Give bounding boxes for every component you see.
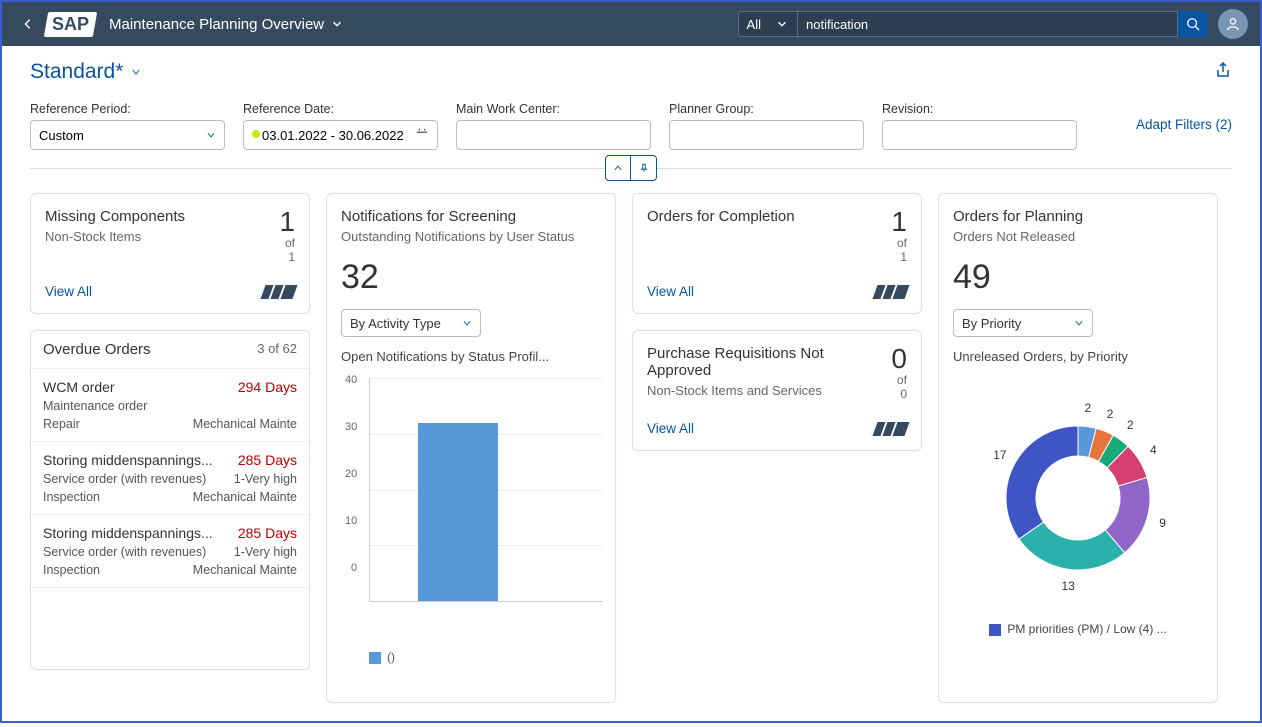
activity-type-select[interactable]: By Activity Type bbox=[341, 309, 481, 337]
share-icon bbox=[1214, 61, 1232, 79]
card-count: 3 of 62 bbox=[257, 341, 297, 358]
page-title: Maintenance Planning Overview bbox=[109, 16, 324, 33]
value-help-icon[interactable] bbox=[1054, 127, 1068, 144]
card-notifications-screening[interactable]: Notifications for Screening Outstanding … bbox=[326, 193, 616, 703]
revision-input[interactable] bbox=[882, 120, 1077, 150]
card-subtitle: Orders Not Released bbox=[953, 229, 1083, 244]
card-subtitle: Outstanding Notifications by User Status bbox=[341, 229, 574, 244]
search-icon bbox=[1186, 17, 1200, 31]
view-all-link[interactable]: View All bbox=[647, 421, 694, 436]
caret-down-icon bbox=[330, 17, 344, 31]
list-item[interactable]: Storing middenspannings...285 DaysServic… bbox=[31, 442, 309, 515]
filter-reference-date: Reference Date: 03.01.2022 - 30.06.2022 bbox=[243, 102, 438, 150]
planner-group-input[interactable] bbox=[669, 120, 864, 150]
cards-container: Missing Components Non-Stock Items 1 of … bbox=[2, 169, 1260, 727]
card-title: Overdue Orders bbox=[43, 341, 151, 358]
list-item[interactable]: Storing middenspannings...285 DaysServic… bbox=[31, 515, 309, 588]
search-input[interactable] bbox=[798, 11, 1178, 37]
card-title: Missing Components bbox=[45, 208, 185, 225]
donut-chart: 172224913 bbox=[958, 378, 1198, 618]
card-subtitle: Non-Stock Items and Services bbox=[647, 383, 827, 398]
share-button[interactable] bbox=[1214, 61, 1232, 84]
list-item[interactable]: WCM order294 DaysMaintenance orderRepair… bbox=[31, 369, 309, 442]
filter-planner-group: Planner Group: bbox=[669, 102, 864, 150]
back-button[interactable] bbox=[14, 10, 42, 38]
filter-bar: Reference Period: Custom Reference Date:… bbox=[2, 84, 1260, 160]
shellbar: SAP Maintenance Planning Overview All bbox=[2, 2, 1260, 46]
value-help-icon[interactable] bbox=[841, 127, 855, 144]
reference-date-input[interactable]: 03.01.2022 - 30.06.2022 bbox=[243, 120, 438, 150]
stack-icon bbox=[265, 285, 295, 299]
filter-divider bbox=[30, 168, 1232, 169]
chart-legend: PM priorities (PM) / Low (4) ... bbox=[939, 622, 1217, 646]
view-all-link[interactable]: View All bbox=[647, 284, 694, 299]
main-work-center-input[interactable] bbox=[456, 120, 651, 150]
filter-revision: Revision: bbox=[882, 102, 1077, 150]
priority-select[interactable]: By Priority bbox=[953, 309, 1093, 337]
stack-icon bbox=[877, 422, 907, 436]
adapt-filters-button[interactable]: Adapt Filters (2) bbox=[1136, 117, 1232, 136]
calendar-icon[interactable] bbox=[415, 127, 429, 144]
card-orders-completion[interactable]: Orders for Completion 1 of 1 View All bbox=[632, 193, 922, 314]
user-avatar-button[interactable] bbox=[1218, 9, 1248, 39]
card-purchase-requisitions[interactable]: Purchase Requisitions Not Approved Non-S… bbox=[632, 330, 922, 451]
pin-header-button[interactable] bbox=[631, 155, 657, 181]
kpi-value: 32 bbox=[327, 254, 615, 309]
card-orders-planning[interactable]: Orders for Planning Orders Not Released … bbox=[938, 193, 1218, 703]
view-all-link[interactable]: View All bbox=[45, 284, 92, 299]
reference-period-select[interactable]: Custom bbox=[30, 120, 225, 150]
shell-title-button[interactable]: Maintenance Planning Overview bbox=[109, 16, 344, 33]
card-title: Orders for Planning bbox=[953, 208, 1083, 225]
chevron-up-icon bbox=[613, 163, 623, 173]
kpi-value: 0 bbox=[891, 345, 907, 373]
chevron-down-icon bbox=[775, 17, 789, 31]
filter-main-work-center: Main Work Center: bbox=[456, 102, 651, 150]
chart-legend: () bbox=[327, 650, 615, 670]
kpi-value: 1 bbox=[279, 208, 295, 236]
search-scope-select[interactable]: All bbox=[738, 11, 798, 37]
page-header: Standard* bbox=[2, 46, 1260, 84]
chart-title: Unreleased Orders, by Priority bbox=[939, 349, 1217, 370]
card-missing-components[interactable]: Missing Components Non-Stock Items 1 of … bbox=[30, 193, 310, 314]
card-overdue-orders[interactable]: Overdue Orders 3 of 62 WCM order294 Days… bbox=[30, 330, 310, 670]
chevron-down-icon bbox=[1074, 318, 1084, 328]
collapse-header-button[interactable] bbox=[605, 155, 631, 181]
search-button[interactable] bbox=[1178, 11, 1208, 37]
filter-reference-period: Reference Period: Custom bbox=[30, 102, 225, 150]
card-title: Orders for Completion bbox=[647, 208, 795, 225]
variant-selector[interactable]: Standard* bbox=[30, 60, 141, 84]
card-title: Notifications for Screening bbox=[341, 208, 574, 225]
chevron-down-icon bbox=[206, 130, 216, 140]
kpi-value: 1 bbox=[891, 208, 907, 236]
card-subtitle: Non-Stock Items bbox=[45, 229, 185, 244]
chevron-down-icon bbox=[462, 318, 472, 328]
stack-icon bbox=[877, 285, 907, 299]
value-help-icon[interactable] bbox=[628, 127, 642, 144]
chart-title: Open Notifications by Status Profil... bbox=[327, 349, 615, 370]
kpi-value: 49 bbox=[939, 254, 1217, 309]
person-icon bbox=[1226, 17, 1240, 31]
chevron-down-icon bbox=[131, 67, 141, 77]
pin-icon bbox=[639, 163, 649, 173]
sap-logo: SAP bbox=[44, 12, 97, 37]
card-title: Purchase Requisitions Not Approved bbox=[647, 345, 827, 379]
bar-chart: 40 30 20 10 0 bbox=[327, 370, 615, 650]
